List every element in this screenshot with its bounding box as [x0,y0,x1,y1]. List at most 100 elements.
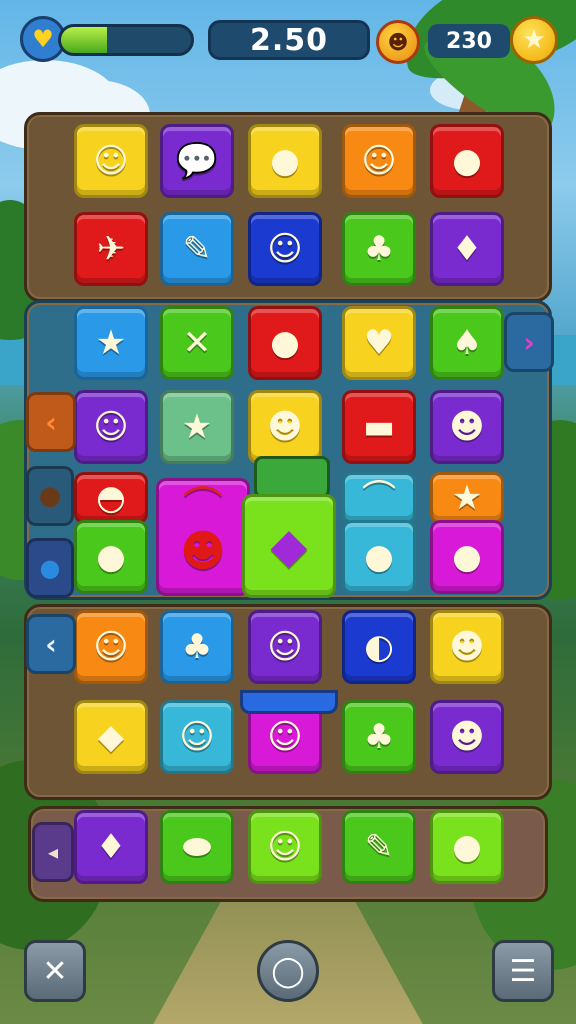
purple-monster-icon: ☻ [449,627,485,667]
score-display: 2.50 [208,20,370,60]
arrow-left-icon[interactable]: ‹ [26,392,76,452]
tile-pencil-icon[interactable]: ✎ [160,212,234,286]
coin-counter: 230 [428,24,510,58]
tile-heart-candy-icon[interactable]: ♥ [342,306,416,380]
exit-button[interactable]: ✕ [24,940,86,1002]
tile-bear-face-icon[interactable]: ☺ [248,212,322,286]
tile-candy-wrap-icon[interactable]: ● [430,520,504,594]
center-special-tile[interactable]: ◆ [242,494,336,598]
exit-icon: ✕ [42,953,68,989]
tile-purple-candy-icon[interactable]: ⬬ [160,810,234,884]
tile-lollipop-icon[interactable]: ♣ [342,212,416,286]
smiley-bubble-icon: ☺ [93,627,129,667]
red-ball-icon: ● [364,537,394,577]
menu-button[interactable]: ☰ [492,940,554,1002]
stack-tile-back [254,456,330,498]
mushroom-icon: ♠ [451,323,483,363]
bear-face-icon: ☺ [267,229,303,269]
lollipop-icon: ♣ [363,229,395,269]
tile-red-ball-icon[interactable]: ● [342,520,416,594]
chat-button[interactable]: ◯ [257,940,319,1002]
tile-purple-bubble-icon[interactable]: ● [430,810,504,884]
tile-chick-icon[interactable]: ☻ [430,700,504,774]
smiley-face-icon: ☺ [93,141,129,181]
ice-cream-icon: ♦ [451,229,483,269]
tile-star-icon[interactable]: ★ [160,390,234,464]
blue-gem-icon: ◆ [97,717,125,757]
arrow-left-icon-2[interactable]: ‹ [26,614,76,674]
ice-cream-icon: ♦ [95,827,127,867]
taco-icon: ◓ [96,478,126,518]
rainbow-icon: ⌒ [362,478,396,518]
tile-watermelon-icon[interactable]: ◐ [342,610,416,684]
lollipop-icon: ♣ [363,717,395,757]
speech-bubble-icon: 💬 [175,141,219,181]
face-token-icon[interactable]: ☻ [376,20,420,64]
ghost-icon: ☻ [449,407,485,447]
tile-cross-candy-icon[interactable]: ✕ [160,306,234,380]
tile-mushroom-icon[interactable]: ♠ [430,306,504,380]
tile-purple-drop-icon[interactable]: ● [248,306,322,380]
purple-candy-icon: ⬬ [182,827,212,867]
level-progress-bar [58,24,194,56]
tile-jelly-candy-icon[interactable]: ▬ [342,390,416,464]
tile-blue-gem-icon[interactable]: ◆ [74,700,148,774]
tile-purple-monster-icon[interactable]: ☻ [430,610,504,684]
chat-bubble-icon: ◯ [271,953,305,989]
rainbow-special-tile[interactable]: ⌒ ☻ [156,478,250,596]
tile-monster-icon[interactable]: ☻ [248,390,322,464]
tile-paper-plane-icon[interactable]: ✈ [74,212,148,286]
paper-plane-icon: ✈ [96,229,126,269]
star-icon: ★ [95,323,127,363]
smiley-bubble-icon: ☺ [267,827,303,867]
star-coin-icon[interactable]: ★ [510,16,558,64]
bear-face-icon: ☺ [267,717,303,757]
tile-smiley-bubble-icon[interactable]: ☺ [74,390,148,464]
tile-smiley-face-icon[interactable]: ☺ [74,124,148,198]
top-hud: ♥ 2.50 ☻ 230 ★ [0,14,576,74]
pink-bubble-icon: ● [452,141,482,181]
arrow-right-icon[interactable]: › [504,312,554,372]
tile-pencil-icon[interactable]: ✎ [342,810,416,884]
heart-candy-icon: ♥ [363,323,395,363]
tile-lollipop-icon[interactable]: ♣ [342,700,416,774]
tile-star-icon[interactable]: ★ [430,472,504,524]
purple-bubble-icon: ● [452,827,482,867]
tile-ice-cream-icon[interactable]: ♦ [74,810,148,884]
pencil-icon: ✎ [182,229,212,269]
tile-ghost-icon[interactable]: ☻ [430,390,504,464]
tile-smiley-bubble-icon[interactable]: ☺ [248,810,322,884]
tile-rainbow-icon[interactable]: ⌒ [342,472,416,524]
progress-fill [61,27,107,53]
star-icon: ★ [451,478,483,518]
brown-bean-icon: ● [26,466,74,526]
candy-wrap-icon: ● [452,537,482,577]
arrow-left-small-icon[interactable]: ◂ [32,822,74,882]
tile-speech-bubble-icon[interactable]: 💬 [160,124,234,198]
tile-taco-icon[interactable]: ◓ [74,472,148,524]
tile-balloon-icon[interactable]: ● [74,520,148,594]
tile-pink-candy-icon[interactable]: ● [248,124,322,198]
tile-bear-face-icon[interactable]: ☺ [248,610,322,684]
purple-drop-icon: ● [270,323,300,363]
stack-tile-edge [240,690,338,714]
monster-icon: ☻ [267,407,303,447]
watermelon-icon: ◐ [364,627,394,667]
tile-smiley-bubble-icon[interactable]: ☺ [342,124,416,198]
chick-icon: ☻ [449,717,485,757]
tile-smiley-bubble-icon[interactable]: ☺ [74,610,148,684]
tile-star-icon[interactable]: ★ [74,306,148,380]
smiley-bubble-icon: ☺ [93,407,129,447]
tile-ice-cream-icon[interactable]: ♦ [430,212,504,286]
pencil-icon: ✎ [364,827,394,867]
jelly-candy-icon: ▬ [362,407,396,447]
cross-candy-icon: ✕ [182,323,212,363]
tile-smiley-bubble-icon[interactable]: ☺ [160,700,234,774]
smiley-bubble-icon: ☺ [361,141,397,181]
blue-drop-icon: ● [26,538,74,598]
balloon-icon: ● [96,537,126,577]
pink-candy-icon: ● [270,141,300,181]
star-icon: ★ [181,407,213,447]
tile-lollipop-icon[interactable]: ♣ [160,610,234,684]
tile-pink-bubble-icon[interactable]: ● [430,124,504,198]
